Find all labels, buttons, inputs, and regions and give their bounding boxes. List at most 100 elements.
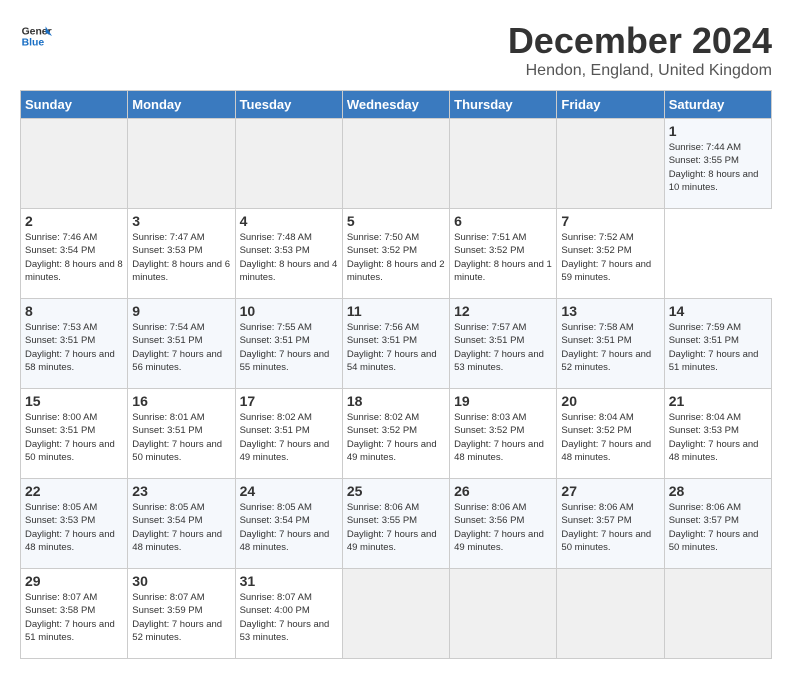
day-info: Sunrise: 8:05 AMSunset: 3:53 PMDaylight:…	[25, 501, 123, 554]
calendar-cell: 31 Sunrise: 8:07 AMSunset: 4:00 PMDayligh…	[235, 569, 342, 659]
day-info: Sunrise: 8:03 AMSunset: 3:52 PMDaylight:…	[454, 411, 552, 464]
calendar-cell: 15Sunrise: 8:00 AMSunset: 3:51 PMDayligh…	[21, 389, 128, 479]
calendar-cell	[128, 119, 235, 209]
day-number: 27	[561, 483, 659, 499]
day-info: Sunrise: 8:02 AMSunset: 3:51 PMDaylight:…	[240, 411, 338, 464]
calendar-cell	[342, 569, 449, 659]
day-info: Sunrise: 8:06 AMSunset: 3:57 PMDaylight:…	[669, 501, 767, 554]
day-number: 22	[25, 483, 123, 499]
day-info: Sunrise: 7:52 AMSunset: 3:52 PMDaylight:…	[561, 231, 659, 284]
day-info: Sunrise: 8:07 AMSunset: 3:58 PMDaylight:…	[25, 591, 123, 644]
day-info: Sunrise: 7:54 AMSunset: 3:51 PMDaylight:…	[132, 321, 230, 374]
day-info: Sunrise: 7:48 AMSunset: 3:53 PMDaylight:…	[240, 231, 338, 284]
logo: General Blue	[20, 20, 52, 52]
calendar-title: December 2024	[508, 20, 772, 62]
calendar-week-row: 22 Sunrise: 8:05 AMSunset: 3:53 PMDayligh…	[21, 479, 772, 569]
calendar-cell: 6 Sunrise: 7:51 AMSunset: 3:52 PMDaylight…	[450, 209, 557, 299]
day-info: Sunrise: 7:57 AMSunset: 3:51 PMDaylight:…	[454, 321, 552, 374]
day-info: Sunrise: 7:51 AMSunset: 3:52 PMDaylight:…	[454, 231, 552, 284]
calendar-subtitle: Hendon, England, United Kingdom	[508, 62, 772, 80]
day-number: 19	[454, 393, 552, 409]
calendar-cell: 30Sunrise: 8:07 AMSunset: 3:59 PMDayligh…	[128, 569, 235, 659]
calendar-header: Sunday Monday Tuesday Wednesday Thursday…	[21, 91, 772, 119]
col-saturday: Saturday	[664, 91, 771, 119]
day-info: Sunrise: 8:07 AMSunset: 3:59 PMDaylight:…	[132, 591, 230, 644]
calendar-cell: 1 Sunrise: 7:44 AMSunset: 3:55 PMDaylight…	[664, 119, 771, 209]
day-info: Sunrise: 8:00 AMSunset: 3:51 PMDaylight:…	[25, 411, 123, 464]
col-monday: Monday	[128, 91, 235, 119]
calendar-cell	[450, 119, 557, 209]
col-sunday: Sunday	[21, 91, 128, 119]
day-number: 20	[561, 393, 659, 409]
calendar-cell: 26Sunrise: 8:06 AMSunset: 3:56 PMDayligh…	[450, 479, 557, 569]
calendar-cell: 4 Sunrise: 7:48 AMSunset: 3:53 PMDaylight…	[235, 209, 342, 299]
calendar-cell: 17 Sunrise: 8:02 AMSunset: 3:51 PMDayligh…	[235, 389, 342, 479]
calendar-cell: 2 Sunrise: 7:46 AMSunset: 3:54 PMDaylight…	[21, 209, 128, 299]
calendar-cell	[342, 119, 449, 209]
day-info: Sunrise: 8:05 AMSunset: 3:54 PMDaylight:…	[240, 501, 338, 554]
day-info: Sunrise: 8:04 AMSunset: 3:52 PMDaylight:…	[561, 411, 659, 464]
calendar-week-row: 8Sunrise: 7:53 AMSunset: 3:51 PMDaylight…	[21, 299, 772, 389]
day-info: Sunrise: 8:06 AMSunset: 3:57 PMDaylight:…	[561, 501, 659, 554]
calendar-cell	[664, 569, 771, 659]
calendar-cell	[450, 569, 557, 659]
calendar-cell: 29 Sunrise: 8:07 AMSunset: 3:58 PMDayligh…	[21, 569, 128, 659]
day-number: 1	[669, 123, 767, 139]
calendar-cell: 11Sunrise: 7:56 AMSunset: 3:51 PMDayligh…	[342, 299, 449, 389]
calendar-cell: 5Sunrise: 7:50 AMSunset: 3:52 PMDaylight…	[342, 209, 449, 299]
day-info: Sunrise: 7:44 AMSunset: 3:55 PMDaylight:…	[669, 141, 767, 194]
col-thursday: Thursday	[450, 91, 557, 119]
calendar-cell: 27 Sunrise: 8:06 AMSunset: 3:57 PMDayligh…	[557, 479, 664, 569]
day-number: 21	[669, 393, 767, 409]
calendar-cell: 25Sunrise: 8:06 AMSunset: 3:55 PMDayligh…	[342, 479, 449, 569]
day-number: 11	[347, 303, 445, 319]
calendar-week-row: 1 Sunrise: 7:44 AMSunset: 3:55 PMDaylight…	[21, 119, 772, 209]
day-number: 31	[240, 573, 338, 589]
day-number: 29	[25, 573, 123, 589]
calendar-cell: 16 Sunrise: 8:01 AMSunset: 3:51 PMDayligh…	[128, 389, 235, 479]
logo-icon: General Blue	[20, 20, 52, 52]
calendar-cell: 12 Sunrise: 7:57 AMSunset: 3:51 PMDayligh…	[450, 299, 557, 389]
calendar-cell: 9 Sunrise: 7:54 AMSunset: 3:51 PMDaylight…	[128, 299, 235, 389]
day-number: 16	[132, 393, 230, 409]
calendar-table: Sunday Monday Tuesday Wednesday Thursday…	[20, 90, 772, 659]
calendar-cell: 10 Sunrise: 7:55 AMSunset: 3:51 PMDayligh…	[235, 299, 342, 389]
day-info: Sunrise: 8:07 AMSunset: 4:00 PMDaylight:…	[240, 591, 338, 644]
day-number: 12	[454, 303, 552, 319]
day-info: Sunrise: 8:02 AMSunset: 3:52 PMDaylight:…	[347, 411, 445, 464]
calendar-cell	[235, 119, 342, 209]
day-number: 28	[669, 483, 767, 499]
day-info: Sunrise: 7:55 AMSunset: 3:51 PMDaylight:…	[240, 321, 338, 374]
day-number: 14	[669, 303, 767, 319]
day-info: Sunrise: 7:47 AMSunset: 3:53 PMDaylight:…	[132, 231, 230, 284]
day-info: Sunrise: 7:53 AMSunset: 3:51 PMDaylight:…	[25, 321, 123, 374]
calendar-cell: 22 Sunrise: 8:05 AMSunset: 3:53 PMDayligh…	[21, 479, 128, 569]
calendar-cell	[557, 119, 664, 209]
day-number: 9	[132, 303, 230, 319]
day-number: 7	[561, 213, 659, 229]
calendar-cell: 8Sunrise: 7:53 AMSunset: 3:51 PMDaylight…	[21, 299, 128, 389]
calendar-cell	[557, 569, 664, 659]
calendar-cell: 18Sunrise: 8:02 AMSunset: 3:52 PMDayligh…	[342, 389, 449, 479]
calendar-cell: 28 Sunrise: 8:06 AMSunset: 3:57 PMDayligh…	[664, 479, 771, 569]
day-number: 3	[132, 213, 230, 229]
calendar-cell: 3 Sunrise: 7:47 AMSunset: 3:53 PMDaylight…	[128, 209, 235, 299]
calendar-cell: 23Sunrise: 8:05 AMSunset: 3:54 PMDayligh…	[128, 479, 235, 569]
day-info: Sunrise: 8:05 AMSunset: 3:54 PMDaylight:…	[132, 501, 230, 554]
day-number: 6	[454, 213, 552, 229]
calendar-cell: 19 Sunrise: 8:03 AMSunset: 3:52 PMDayligh…	[450, 389, 557, 479]
svg-text:Blue: Blue	[22, 38, 45, 49]
day-info: Sunrise: 7:46 AMSunset: 3:54 PMDaylight:…	[25, 231, 123, 284]
day-number: 25	[347, 483, 445, 499]
day-number: 4	[240, 213, 338, 229]
day-info: Sunrise: 8:01 AMSunset: 3:51 PMDaylight:…	[132, 411, 230, 464]
calendar-week-row: 15Sunrise: 8:00 AMSunset: 3:51 PMDayligh…	[21, 389, 772, 479]
calendar-cell: 13Sunrise: 7:58 AMSunset: 3:51 PMDayligh…	[557, 299, 664, 389]
day-number: 10	[240, 303, 338, 319]
calendar-cell: 7 Sunrise: 7:52 AMSunset: 3:52 PMDaylight…	[557, 209, 664, 299]
day-info: Sunrise: 8:04 AMSunset: 3:53 PMDaylight:…	[669, 411, 767, 464]
calendar-week-row: 2 Sunrise: 7:46 AMSunset: 3:54 PMDaylight…	[21, 209, 772, 299]
day-number: 24	[240, 483, 338, 499]
day-number: 17	[240, 393, 338, 409]
day-number: 2	[25, 213, 123, 229]
